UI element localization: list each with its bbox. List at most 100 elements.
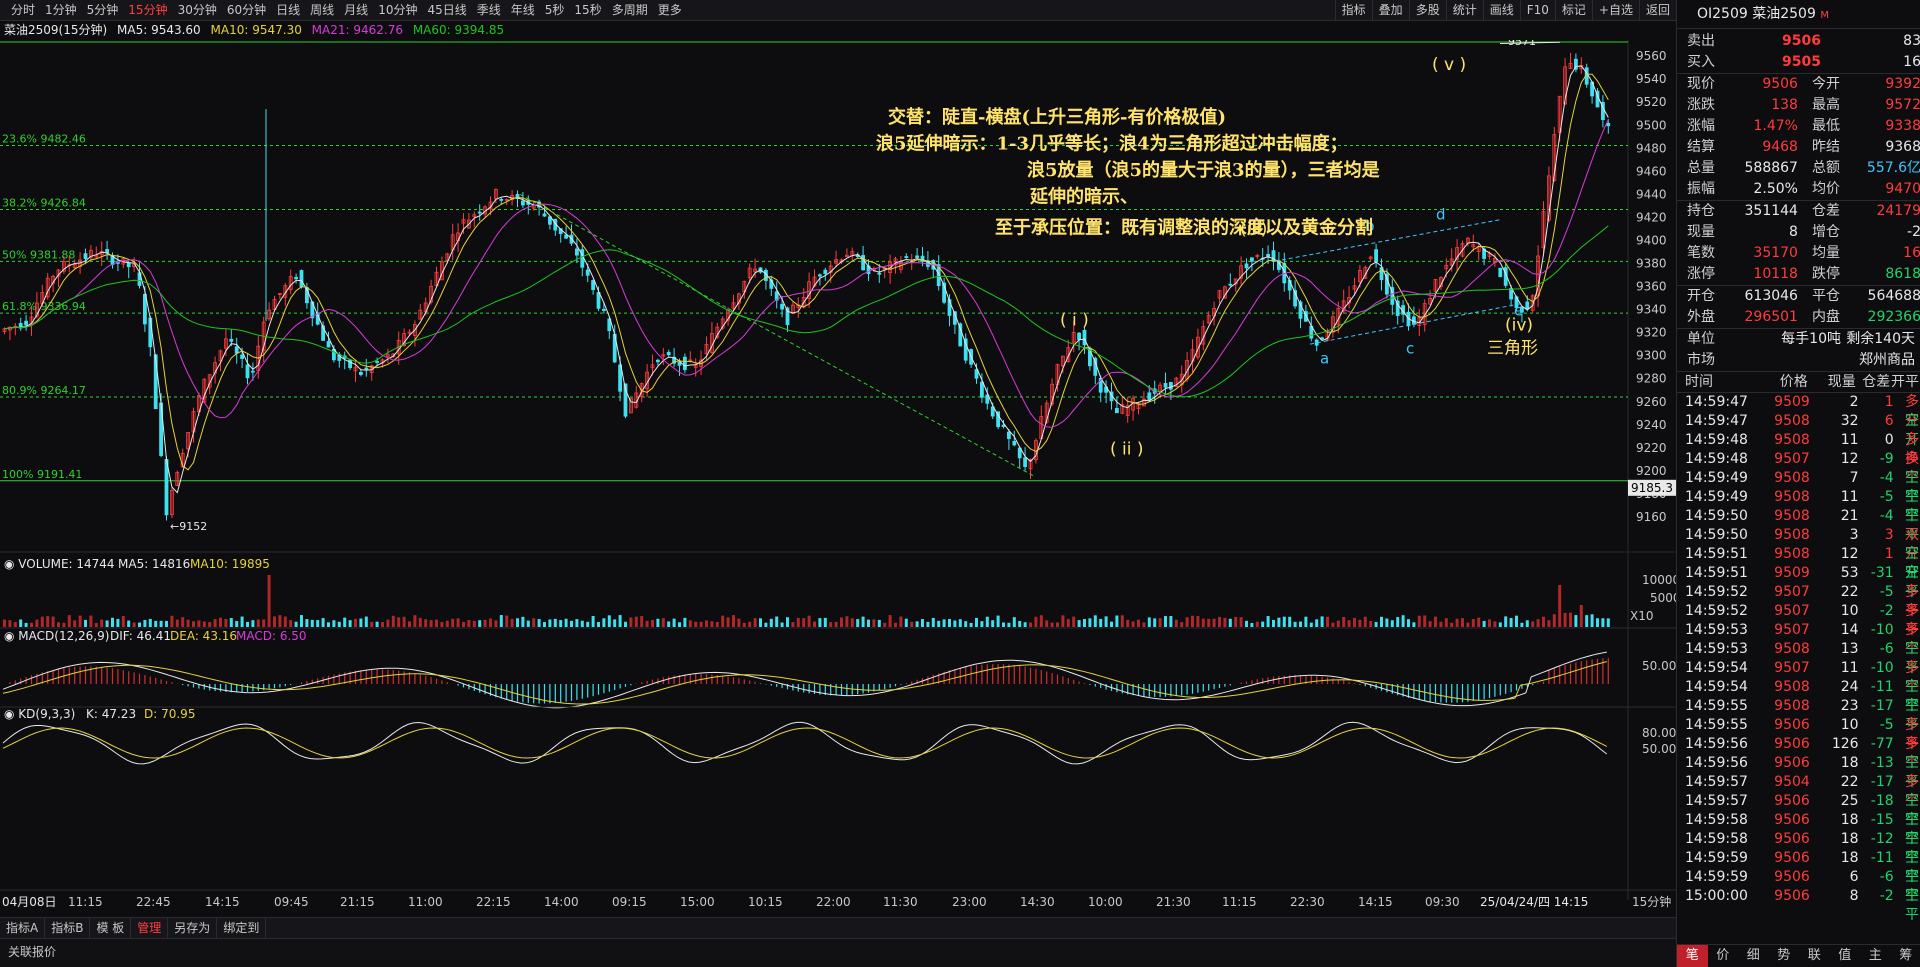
tool-button[interactable]: 返回	[1638, 0, 1676, 20]
volume-bar	[19, 619, 23, 627]
period-tab[interactable]: 5秒	[540, 0, 570, 20]
volume-bar	[526, 620, 530, 627]
buy-row: 买入 9505 16	[1677, 52, 1920, 74]
period-tab[interactable]: 10分钟	[373, 0, 422, 20]
quote-tab[interactable]: 价	[1708, 945, 1739, 967]
volume-tick: 5000	[1650, 591, 1676, 605]
tool-button[interactable]: 统计	[1445, 0, 1483, 20]
tool-button[interactable]: 叠加	[1371, 0, 1409, 20]
indicator-tab[interactable]: 模 板	[90, 918, 132, 938]
quote-tab[interactable]: 主	[1860, 945, 1891, 967]
indicator-tab[interactable]: 指标B	[45, 918, 91, 938]
tool-button[interactable]: 标记	[1554, 0, 1592, 20]
volume-bar	[1039, 615, 1043, 627]
tool-button[interactable]: 指标	[1334, 0, 1372, 20]
tick-list[interactable]: 14:59:47 9509 2 1 多开 14:59:47 9508 32 6 空开 14:59:4…	[1677, 393, 1920, 923]
period-tab[interactable]: 日线	[271, 0, 305, 20]
period-tab[interactable]: 周线	[305, 0, 339, 20]
kd-header: ◉ KD(9,3,3)	[4, 707, 75, 721]
quote-tab[interactable]: 筹	[1891, 945, 1920, 967]
volume-bar	[1169, 616, 1173, 627]
period-tab[interactable]: 多周期	[607, 0, 653, 20]
tool-button[interactable]: 多股	[1408, 0, 1446, 20]
volume-bar	[483, 619, 487, 627]
tick-col-header: 价格	[1779, 374, 1808, 390]
indicator-tab[interactable]: 管理	[131, 918, 169, 938]
volume-bar	[1498, 622, 1502, 627]
indicator-tabs: 指标A 指标B 模 板管理 另存为 绑定到	[0, 917, 1676, 938]
volume-bar	[348, 620, 352, 627]
volume-bar	[294, 621, 298, 627]
volume-bar	[1504, 616, 1508, 627]
period-tab[interactable]: 45日线	[422, 0, 471, 20]
volume-bar	[1369, 620, 1373, 627]
quote-tab[interactable]: 势	[1769, 945, 1800, 967]
period-tab[interactable]: 年线	[506, 0, 540, 20]
period-tab[interactable]: 分时	[6, 0, 40, 20]
volume-bar	[73, 620, 77, 627]
volume-bar	[975, 617, 978, 627]
volume-bar	[467, 619, 471, 627]
volume-bar	[35, 619, 39, 627]
period-tab[interactable]: 月线	[339, 0, 373, 20]
volume-bar	[186, 619, 190, 627]
quote-tab[interactable]: 笔	[1677, 945, 1708, 967]
volume-bar	[451, 618, 455, 627]
volume-bar	[235, 621, 239, 627]
volume-bar	[489, 618, 492, 627]
tick-row: 14:59:50 9508 3 3 双开	[1685, 527, 1919, 562]
volume-bar	[1515, 615, 1518, 627]
last-price-text: 9185.3	[1631, 481, 1673, 495]
macd-value: MACD: 6.50	[236, 629, 307, 643]
time-label: 14:15	[1358, 895, 1393, 909]
volume-bar	[1239, 617, 1243, 627]
related-quote-label[interactable]: 关联报价	[8, 943, 56, 960]
indicator-tab[interactable]: 另存为	[168, 918, 218, 938]
volume-bar	[202, 621, 206, 627]
quote-stats-1: 现价 9506 今开 9392 涨跌 138 最高 9572 涨幅 1.47% 最低 9338 结算 94…	[1677, 74, 1920, 201]
tool-button[interactable]: 画线	[1482, 0, 1520, 20]
volume-bar	[850, 618, 854, 627]
tick-col-header: 仓差	[1862, 374, 1891, 390]
volume-bar	[1374, 622, 1378, 627]
quote-tab[interactable]: 细	[1738, 945, 1769, 967]
volume-bar	[1266, 616, 1270, 627]
period-tab[interactable]: 5分钟	[82, 0, 124, 20]
volume-bar	[1552, 614, 1556, 627]
tick-row: 14:59:56 9506 126 -77 多平	[1685, 736, 1919, 771]
stat-row: 涨幅 1.47% 最低 9338	[1687, 118, 1920, 134]
candle-body	[877, 272, 882, 275]
volume-bar	[1002, 622, 1005, 627]
period-tab[interactable]: 1分钟	[40, 0, 82, 20]
volume-bar	[894, 622, 897, 627]
volume-bar	[1331, 622, 1335, 627]
period-tab[interactable]: 季线	[472, 0, 506, 20]
volume-bar	[931, 617, 935, 627]
period-tab[interactable]: 15分钟	[123, 0, 172, 20]
volume-bar	[262, 619, 266, 627]
quote-tab[interactable]: 值	[1830, 945, 1861, 967]
volume-bar	[1407, 619, 1410, 627]
indicator-tab[interactable]: 指标A	[0, 918, 46, 938]
tool-button[interactable]: F10	[1519, 0, 1555, 20]
volume-bar	[1250, 622, 1254, 627]
volume-bar	[278, 615, 282, 627]
tool-button[interactable]: +自选	[1591, 0, 1639, 20]
volume-bar	[937, 620, 941, 627]
quote-tab[interactable]: 联	[1799, 945, 1830, 967]
price-tick: 9200	[1636, 464, 1667, 478]
period-tab[interactable]: 更多	[653, 0, 687, 20]
period-tab[interactable]: 15秒	[569, 0, 606, 20]
volume-bar	[1596, 618, 1599, 627]
kline-chart[interactable]: 9560 9540 9520 9500 9480 9460 9440 9420 9400 9380…	[0, 40, 1676, 917]
period-tab[interactable]: 30分钟	[173, 0, 222, 20]
volume-bar	[888, 615, 892, 627]
volume-bar	[381, 622, 384, 627]
wave-label: ( v )	[1432, 55, 1466, 75]
volume-bar	[942, 619, 946, 627]
volume-bar	[397, 617, 401, 627]
indicator-tab[interactable]: 绑定到	[217, 918, 267, 938]
stat-row: 涨跌 138 最高 9572	[1687, 97, 1920, 113]
period-tab[interactable]: 60分钟	[222, 0, 271, 20]
volume-bar	[1493, 621, 1497, 627]
